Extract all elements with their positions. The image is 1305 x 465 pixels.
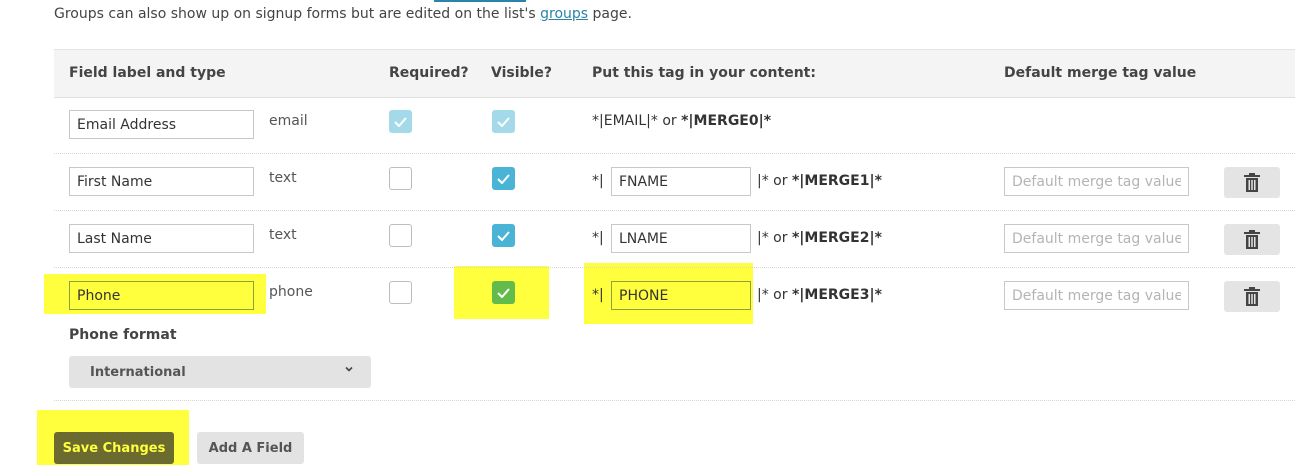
delete-field-button-first-name[interactable] [1224, 167, 1280, 198]
merge-number-tag: *|MERGE0|* [681, 113, 772, 129]
intro-prefix: Groups can also show up on signup forms … [54, 6, 541, 22]
merge-tag-alt-last-name: |* or *|MERGE2|* [757, 230, 882, 246]
row-divider [54, 210, 1295, 211]
save-changes-button[interactable]: Save Changes [54, 432, 174, 464]
field-type-email: email [269, 113, 308, 129]
row-divider [54, 153, 1295, 154]
tag-prefix: *| [592, 173, 604, 189]
delete-field-button-last-name[interactable] [1224, 224, 1280, 255]
required-checkbox-phone[interactable] [389, 281, 412, 304]
phone-format-selected: International [90, 364, 186, 380]
tag-suffix: |* [757, 230, 769, 246]
required-checkbox-email [389, 110, 412, 133]
merge-tag-input-first-name[interactable] [611, 167, 751, 196]
merge-tag-alt-first-name: |* or *|MERGE1|* [757, 173, 882, 189]
merge-static-tag: *|EMAIL|* [592, 113, 658, 129]
tag-suffix: |* [757, 287, 769, 303]
visible-checkbox-first-name[interactable] [492, 167, 515, 190]
default-value-input-first-name[interactable] [1004, 167, 1189, 196]
field-type-text: text [269, 170, 297, 186]
merge-tag-input-last-name[interactable] [611, 224, 751, 253]
merge-tag-input-phone[interactable] [611, 281, 751, 310]
merge-number-tag: *|MERGE1|* [791, 173, 882, 189]
table-header: Field label and type Required? Visible? … [54, 49, 1295, 98]
header-required: Required? [389, 65, 469, 81]
or-text: or [773, 173, 788, 189]
visible-checkbox-last-name[interactable] [492, 224, 515, 247]
row-divider [54, 400, 1295, 401]
required-checkbox-first-name[interactable] [389, 167, 412, 190]
check-icon [497, 287, 510, 298]
or-text: or [662, 113, 677, 129]
visible-checkbox-phone[interactable] [492, 281, 515, 304]
check-icon [497, 173, 510, 184]
trash-icon [1244, 229, 1260, 249]
tag-prefix: *| [592, 230, 604, 246]
groups-intro-text: Groups can also show up on signup forms … [54, 6, 632, 22]
header-default-value: Default merge tag value [1004, 65, 1197, 81]
check-icon [497, 230, 510, 241]
chevron-down-icon [345, 366, 353, 372]
or-text: or [773, 230, 788, 246]
field-label-input-phone[interactable] [69, 281, 254, 310]
or-text: or [773, 287, 788, 303]
merge-tag-email: *|EMAIL|* or *|MERGE0|* [592, 113, 771, 129]
field-type-phone: phone [269, 284, 313, 300]
merge-number-tag: *|MERGE2|* [791, 230, 882, 246]
header-field-label: Field label and type [69, 65, 226, 81]
phone-format-label: Phone format [69, 327, 177, 343]
add-field-button[interactable]: Add A Field [197, 432, 304, 464]
header-tag: Put this tag in your content: [592, 65, 816, 81]
row-divider [54, 267, 1295, 268]
default-value-input-last-name[interactable] [1004, 224, 1189, 253]
field-type-text: text [269, 227, 297, 243]
intro-suffix: page. [588, 6, 632, 22]
field-label-input-last-name[interactable] [69, 224, 254, 253]
tag-prefix: *| [592, 287, 604, 303]
groups-link[interactable]: groups [540, 6, 588, 22]
tag-suffix: |* [757, 173, 769, 189]
merge-tag-alt-phone: |* or *|MERGE3|* [757, 287, 882, 303]
check-icon [497, 116, 510, 127]
merge-number-tag: *|MERGE3|* [791, 287, 882, 303]
check-icon [394, 116, 407, 127]
trash-icon [1244, 172, 1260, 192]
default-value-input-phone[interactable] [1004, 281, 1189, 310]
header-visible: Visible? [491, 65, 552, 81]
delete-field-button-phone[interactable] [1224, 281, 1280, 312]
field-label-input-first-name[interactable] [69, 167, 254, 196]
trash-icon [1244, 286, 1260, 306]
top-link-underline [434, 0, 526, 2]
required-checkbox-last-name[interactable] [389, 224, 412, 247]
visible-checkbox-email [492, 110, 515, 133]
phone-format-select[interactable]: International [69, 356, 371, 388]
field-label-input-email[interactable] [69, 110, 254, 139]
